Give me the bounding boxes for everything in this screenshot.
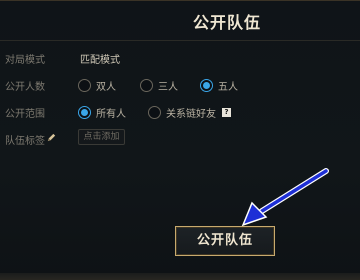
- public-scope-label: 公开范围: [5, 109, 45, 120]
- dialog-header: 公开队伍: [0, 1, 360, 41]
- radio-friends[interactable]: [148, 105, 161, 119]
- public-count-label: 公开人数: [5, 82, 45, 93]
- radio-option-five[interactable]: 五人: [200, 77, 238, 93]
- help-icon[interactable]: ?: [222, 107, 231, 117]
- radio-everyone[interactable]: [78, 105, 91, 119]
- radio-option-duo[interactable]: 双人: [78, 77, 116, 93]
- mode-label: 对局模式: [5, 55, 45, 66]
- publish-team-dialog: 公开队伍 对局模式 匹配模式 公开人数 双人 三人 五人 公开范围 所有人 关系…: [0, 0, 360, 280]
- radio-five[interactable]: [200, 78, 213, 92]
- add-tag-button[interactable]: 点击添加: [78, 129, 125, 145]
- publish-team-button[interactable]: 公开队伍: [175, 226, 275, 256]
- radio-label-duo: 双人: [96, 81, 116, 93]
- team-tags-label: 队伍标签: [5, 136, 45, 147]
- radio-option-trio[interactable]: 三人: [140, 77, 178, 93]
- mode-value: 匹配模式: [80, 55, 120, 66]
- radio-label-everyone: 所有人: [96, 108, 126, 120]
- dialog-title: 公开队伍: [193, 13, 262, 32]
- radio-trio[interactable]: [140, 78, 153, 92]
- bottom-border: [0, 273, 360, 280]
- radio-option-friends[interactable]: 关系链好友 ?: [148, 104, 231, 120]
- radio-label-trio: 三人: [158, 81, 178, 93]
- radio-option-everyone[interactable]: 所有人: [78, 104, 126, 120]
- radio-label-friends: 关系链好友: [166, 108, 216, 120]
- radio-label-five: 五人: [218, 81, 238, 93]
- pencil-icon[interactable]: [46, 132, 57, 143]
- radio-duo[interactable]: [78, 78, 91, 92]
